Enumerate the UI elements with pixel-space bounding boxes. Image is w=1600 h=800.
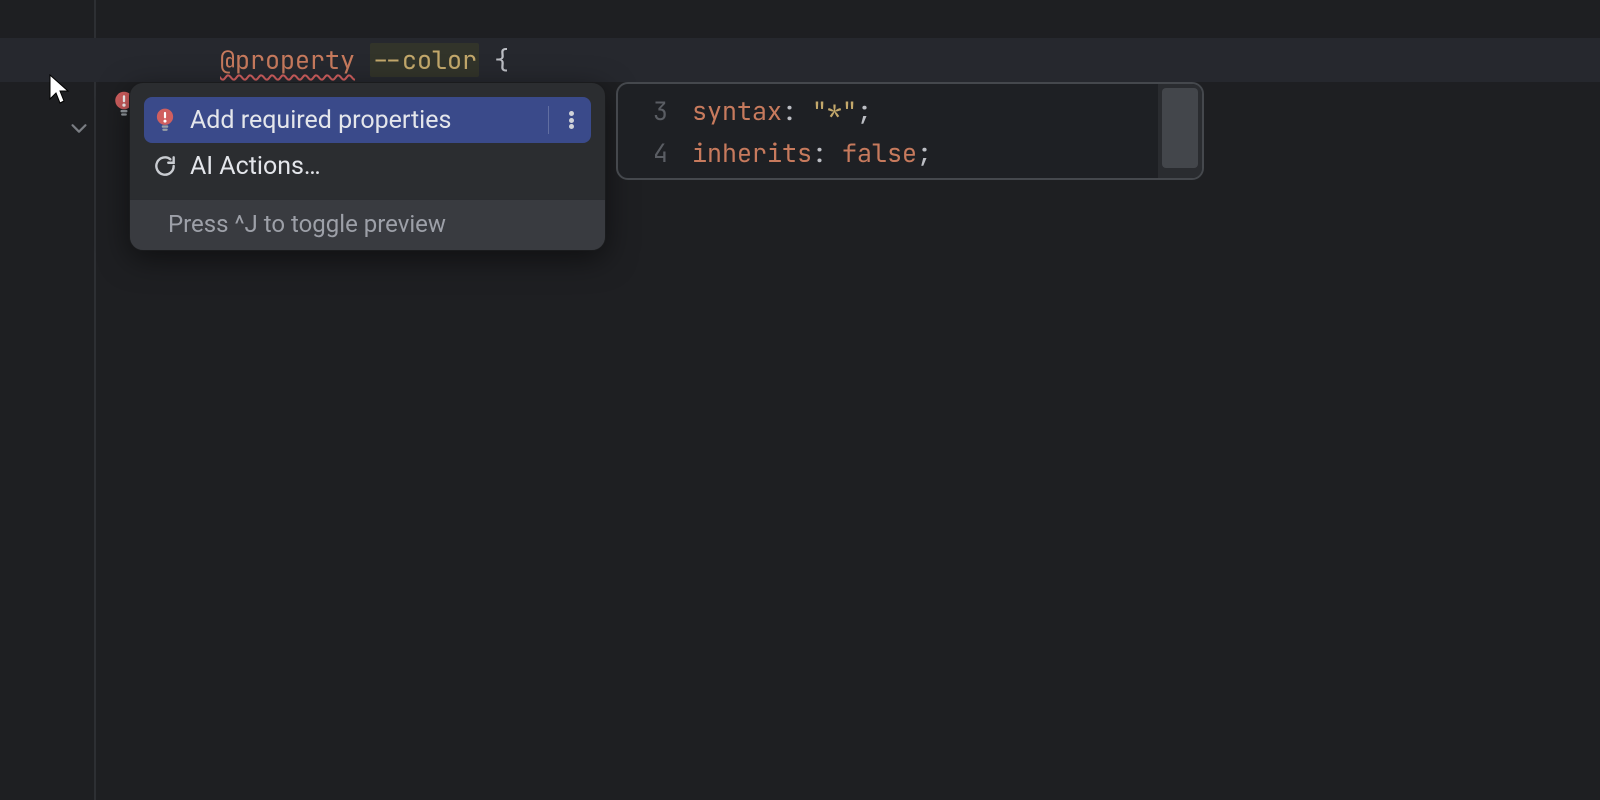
bulb-error-icon bbox=[152, 107, 178, 133]
intention-item-label: Add required properties bbox=[190, 106, 534, 135]
token-string: "*" bbox=[812, 94, 857, 128]
preview-text: syntax: "*"; bbox=[678, 94, 872, 128]
token-punc: : bbox=[782, 94, 812, 128]
token-punc: : bbox=[812, 136, 842, 170]
intention-item-label: AI Actions… bbox=[190, 152, 581, 181]
preview-code: 3 syntax: "*"; 4 inherits: false; bbox=[618, 84, 1158, 178]
ai-refresh-icon bbox=[152, 153, 178, 179]
chevron-down-icon[interactable] bbox=[68, 49, 90, 71]
intention-item-ai-actions[interactable]: AI Actions… bbox=[144, 143, 591, 189]
preview-scrollbar[interactable] bbox=[1158, 84, 1202, 178]
intention-popup: Add required properties AI Actions… Pres… bbox=[129, 82, 606, 251]
preview-line-number: 3 bbox=[618, 94, 678, 128]
intention-item-add-required[interactable]: Add required properties bbox=[144, 97, 591, 143]
preview-line: 3 syntax: "*"; bbox=[618, 90, 1158, 132]
intention-footer-hint: Press ^J to toggle preview bbox=[130, 199, 605, 250]
token-punc: ; bbox=[857, 94, 872, 128]
more-options-icon[interactable] bbox=[561, 108, 581, 132]
token-property: inherits bbox=[692, 136, 812, 170]
token-property: syntax bbox=[692, 94, 782, 128]
token-space bbox=[479, 43, 494, 77]
preview-line-number: 4 bbox=[618, 136, 678, 170]
token-keyword: false bbox=[842, 136, 917, 170]
gutter-cell[interactable] bbox=[0, 49, 96, 71]
token-space bbox=[355, 43, 370, 77]
preview-line: 4 inherits: false; bbox=[618, 132, 1158, 174]
token-punc: ; bbox=[917, 136, 932, 170]
separator bbox=[548, 106, 549, 134]
intention-preview-panel: 3 syntax: "*"; 4 inherits: false; bbox=[616, 82, 1204, 180]
code-editor[interactable]: @property --color { } bbox=[0, 0, 1600, 800]
intention-list: Add required properties AI Actions… bbox=[130, 83, 605, 199]
preview-text: inherits: false; bbox=[678, 136, 932, 170]
scrollbar-thumb[interactable] bbox=[1162, 88, 1198, 168]
token-atrule: @property bbox=[220, 43, 355, 77]
code-line[interactable]: @property --color { bbox=[0, 38, 1600, 82]
token-identifier: --color bbox=[370, 43, 479, 77]
token-brace: { bbox=[494, 43, 509, 77]
